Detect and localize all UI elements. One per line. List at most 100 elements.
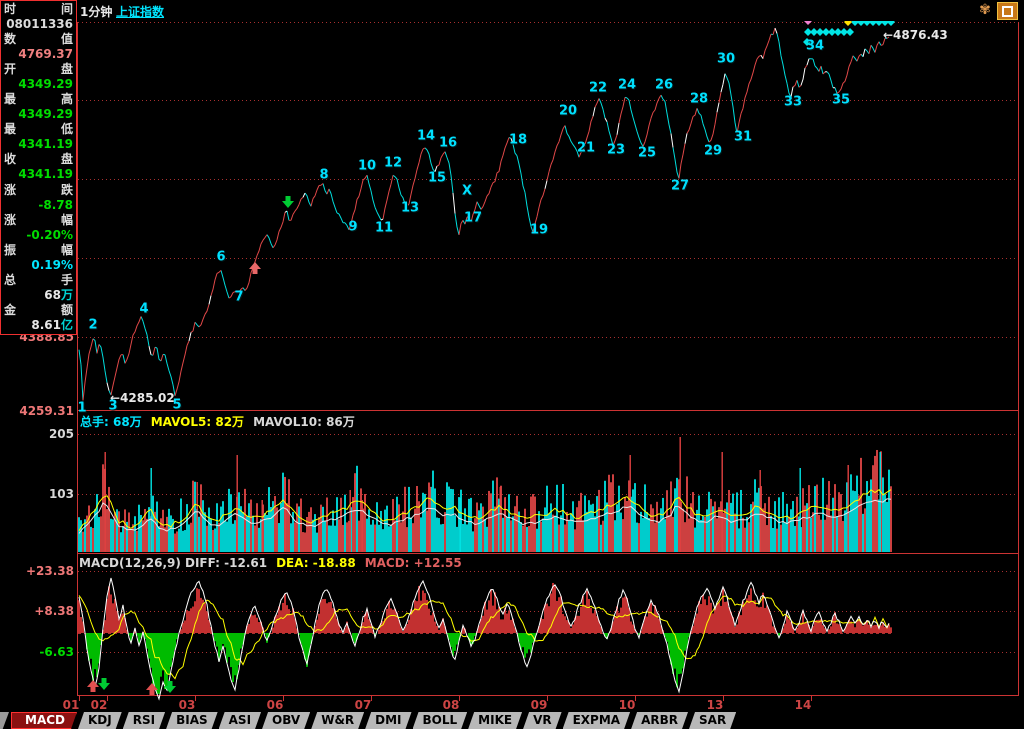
wave-label-11: 11	[375, 221, 393, 236]
flower-icon[interactable]: ✾	[976, 2, 994, 18]
volume-total-label: 总手: 68万	[80, 415, 142, 429]
time-label-07: 07	[355, 698, 372, 712]
wave-label-25: 25	[638, 146, 656, 161]
wave-label-22: 22	[589, 81, 607, 96]
high-price-annotation: ←4876.43	[883, 28, 948, 42]
wave-label-27: 27	[671, 179, 689, 194]
quote-value: -0.20%	[1, 228, 76, 243]
stock-terminal-window: 1分钟 上证指数 ✾ 时间08011336数值4769.37开盘4349.29最…	[0, 0, 1024, 729]
quote-row-总手: 总手68万	[1, 273, 76, 303]
quote-label: 总手	[1, 273, 76, 288]
time-label-13: 13	[707, 698, 724, 712]
wave-label-30: 30	[717, 52, 735, 67]
tab-vr[interactable]: VR	[523, 712, 562, 729]
low-price-annotation: ←4285.02	[110, 391, 175, 405]
macd-legend: MACD(12,26,9) DIFF: -12.61DEA: -18.88MAC…	[79, 556, 471, 570]
volume-axis-label: 205	[0, 427, 74, 441]
tab-wr[interactable]: W&R	[311, 712, 364, 729]
wave-label-2: 2	[88, 318, 97, 333]
wave-label-4: 4	[139, 302, 148, 317]
quote-row-涨幅: 涨幅-0.20%	[1, 213, 76, 243]
time-label-08: 08	[443, 698, 460, 712]
wave-label-8: 8	[319, 168, 328, 183]
wave-label-18: 18	[509, 133, 527, 148]
quote-row-时间: 时间08011336	[1, 2, 76, 32]
indicator-tab-bar: MACDKDJRSIBIASASIOBVW&RDMIBOLLMIKEVREXPM…	[0, 712, 1024, 729]
tab-dmi[interactable]: DMI	[365, 712, 411, 729]
wave-label-13: 13	[401, 201, 419, 216]
wave-label-21: 21	[577, 141, 595, 156]
macd-diff-label: MACD(12,26,9) DIFF: -12.61	[79, 556, 267, 570]
wave-label-6: 6	[216, 250, 225, 265]
wave-label-15: 15	[428, 171, 446, 186]
mavol10-label: MAVOL10: 86万	[253, 415, 355, 429]
macd-dea-label: DEA: -18.88	[276, 556, 356, 570]
macd-axis-label: -6.63	[0, 645, 74, 659]
quote-value: -8.78	[1, 198, 76, 213]
wave-label-14: 14	[417, 129, 435, 144]
wave-label-31: 31	[734, 130, 752, 145]
tab-obv[interactable]: OBV	[262, 712, 310, 729]
chart-canvas[interactable]	[0, 0, 1024, 729]
maximize-icon[interactable]	[997, 2, 1018, 20]
tab-expma[interactable]: EXPMA	[563, 712, 630, 729]
wave-label-1: 1	[77, 401, 86, 416]
quote-label: 涨幅	[1, 213, 76, 228]
quote-value: 4341.19	[1, 167, 76, 182]
quote-value: 4349.29	[1, 107, 76, 122]
time-label-10: 10	[619, 698, 636, 712]
symbol-label[interactable]: 上证指数	[116, 3, 164, 20]
tab-boll[interactable]: BOLL	[413, 712, 468, 729]
quote-label: 最高	[1, 92, 76, 107]
tab-asi[interactable]: ASI	[219, 712, 261, 729]
tab-mike[interactable]: MIKE	[468, 712, 522, 729]
quote-value: 68万	[1, 288, 76, 303]
tab-scroll-nub[interactable]	[0, 712, 9, 729]
wave-label-16: 16	[439, 136, 457, 151]
quote-value: 8.61亿	[1, 318, 76, 333]
quote-row-振幅: 振幅0.19%	[1, 243, 76, 273]
volume-legend: 总手: 68万 MAVOL5: 82万 MAVOL10: 86万	[80, 413, 364, 430]
wave-label-26: 26	[655, 78, 673, 93]
time-label-03: 03	[179, 698, 196, 712]
macd-axis-label: +8.38	[0, 604, 74, 618]
quote-row-最高: 最高4349.29	[1, 92, 76, 122]
quote-row-数值: 数值4769.37	[1, 32, 76, 62]
quote-value: 4341.19	[1, 137, 76, 152]
wave-label-5: 5	[172, 398, 181, 413]
quote-label: 开盘	[1, 62, 76, 77]
wave-label-23: 23	[607, 143, 625, 158]
time-label-09: 09	[531, 698, 548, 712]
wave-label-17: 17	[464, 211, 482, 226]
wave-label-12: 12	[384, 156, 402, 171]
quote-label: 金额	[1, 303, 76, 318]
quote-row-涨跌: 涨跌-8.78	[1, 183, 76, 213]
quote-row-开盘: 开盘4349.29	[1, 62, 76, 92]
tab-bias[interactable]: BIAS	[166, 712, 218, 729]
wave-label-20: 20	[559, 104, 577, 119]
mavol5-label: MAVOL5: 82万	[151, 415, 244, 429]
period-label: 1分钟	[80, 3, 112, 20]
price-axis-label: 4259.31	[0, 404, 74, 418]
wave-label-35: 35	[832, 93, 850, 108]
quote-label: 振幅	[1, 243, 76, 258]
tab-rsi[interactable]: RSI	[123, 712, 165, 729]
tab-sar[interactable]: SAR	[689, 712, 736, 729]
quote-row-金额: 金额8.61亿	[1, 303, 76, 333]
wave-label-29: 29	[704, 144, 722, 159]
time-label-06: 06	[267, 698, 284, 712]
wave-label-7: 7	[234, 290, 243, 305]
window-controls: ✾	[976, 2, 1018, 20]
tab-arbr[interactable]: ARBR	[631, 712, 688, 729]
wave-label-9: 9	[348, 220, 357, 235]
volume-axis-label: 103	[0, 487, 74, 501]
quote-label: 收盘	[1, 152, 76, 167]
quote-label: 数值	[1, 32, 76, 47]
quote-value: 08011336	[1, 17, 76, 32]
quote-value: 0.19%	[1, 258, 76, 273]
wave-label-19: 19	[530, 223, 548, 238]
quote-value: 4769.37	[1, 47, 76, 62]
tab-kdj[interactable]: KDJ	[78, 712, 122, 729]
wave-label-10: 10	[358, 159, 376, 174]
tab-macd[interactable]: MACD	[11, 712, 77, 729]
